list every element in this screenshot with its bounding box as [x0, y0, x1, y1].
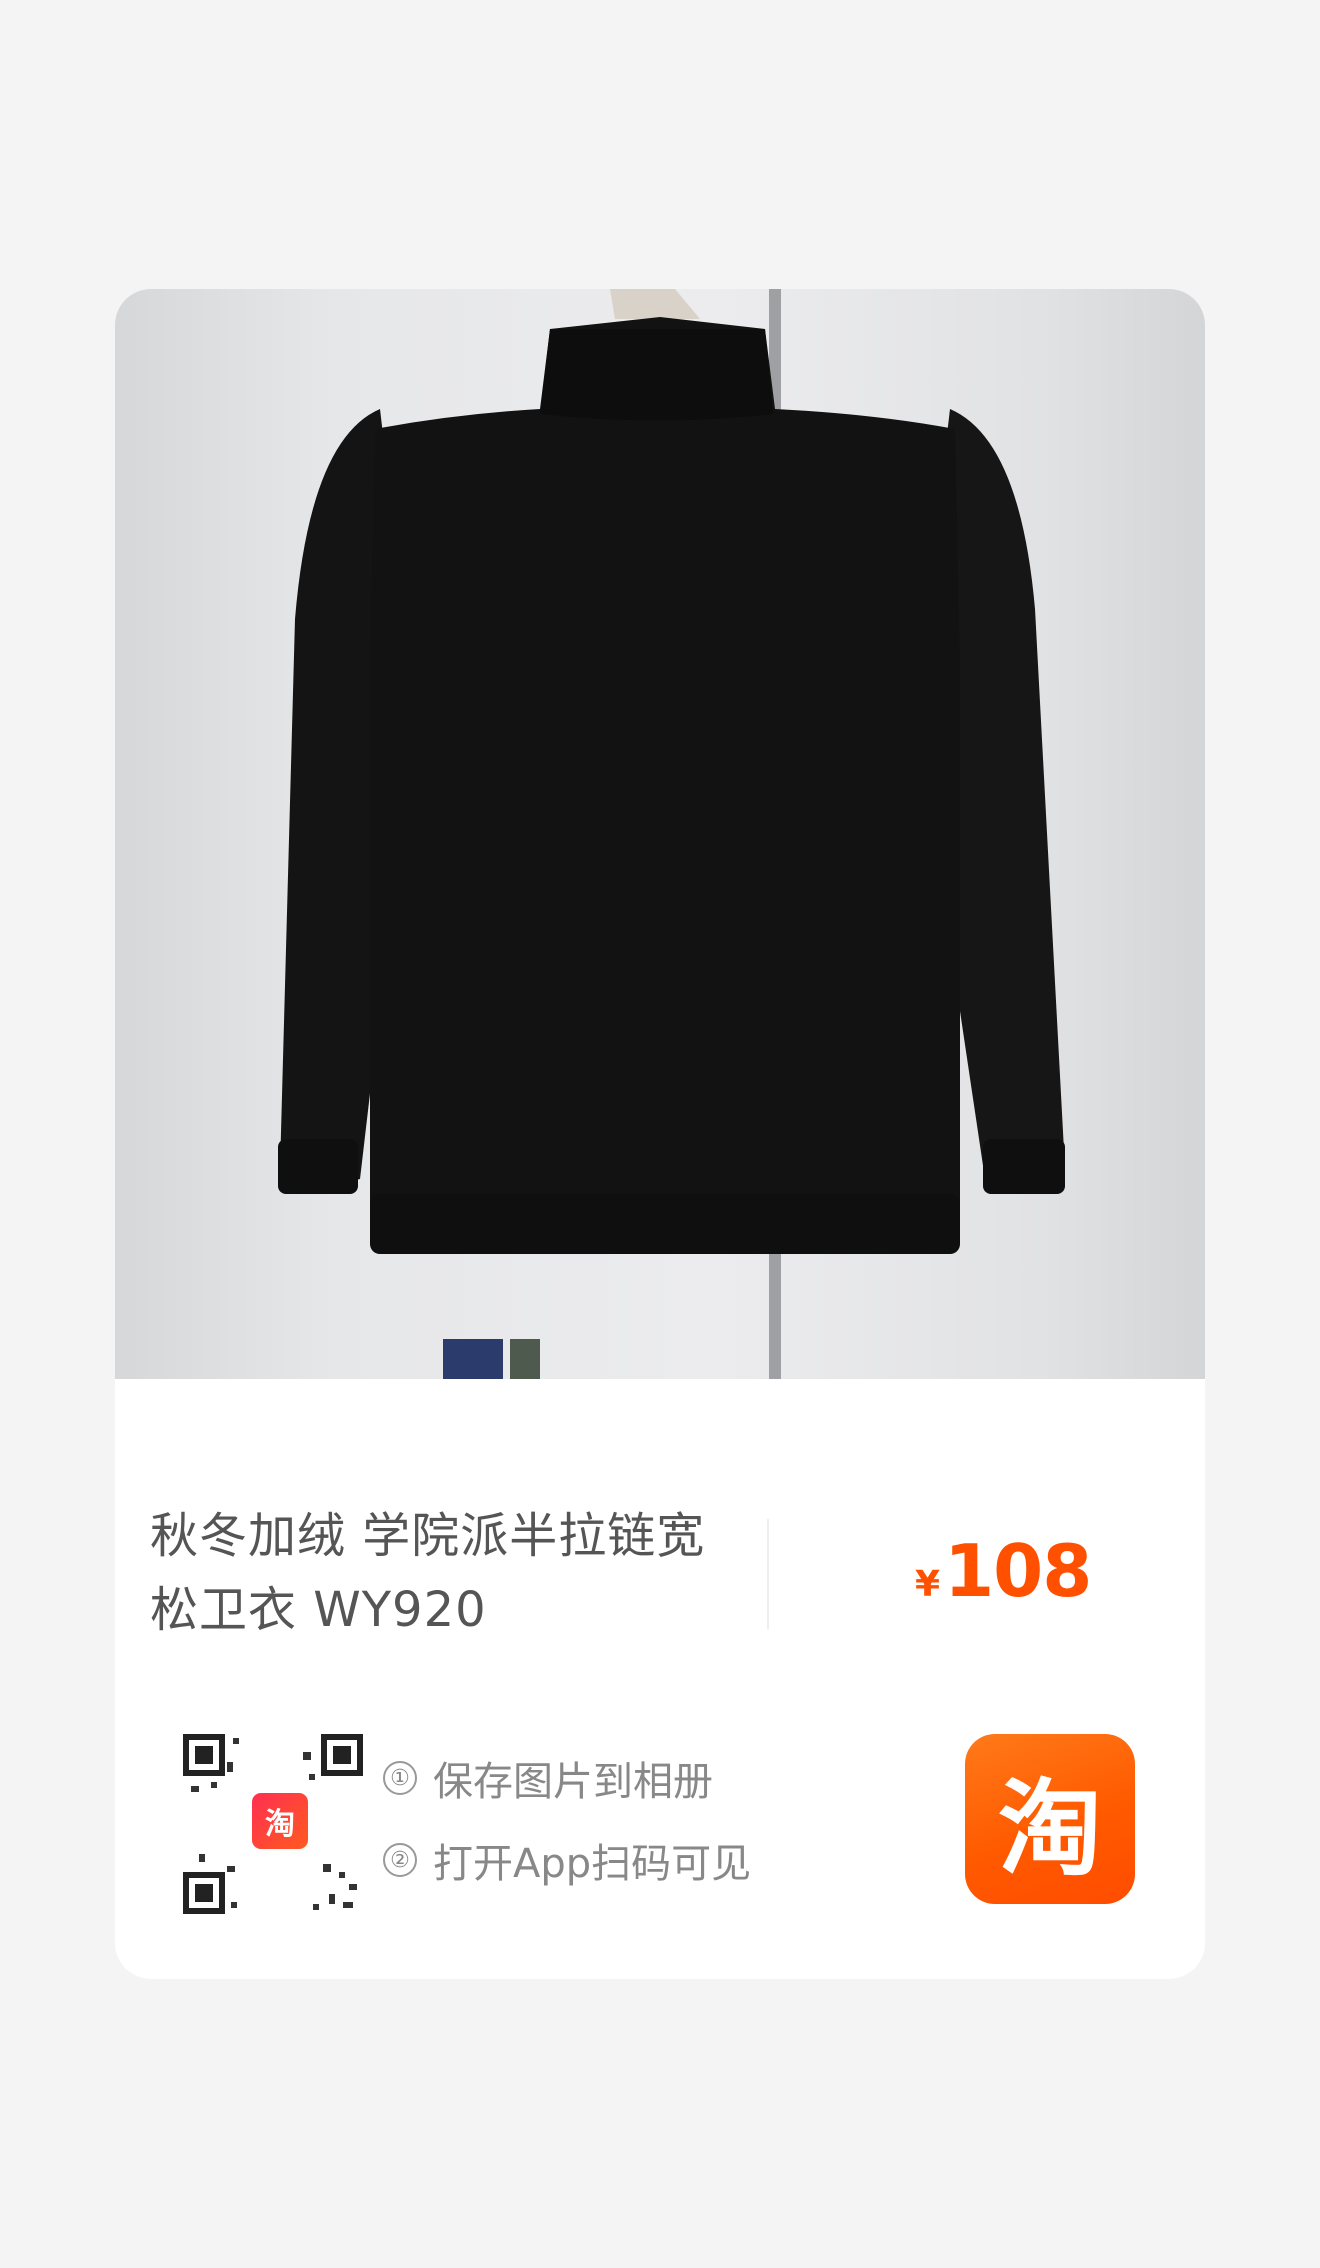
- product-title[interactable]: 秋冬加绒 学院派半拉链宽松卫衣 WY920: [150, 1499, 730, 1647]
- taobao-app-qr-logo-icon: 淘: [249, 1790, 311, 1852]
- label-tag: [510, 1339, 540, 1379]
- sweatshirt-body: [370, 317, 960, 1254]
- step-scan: ② 打开App扫码可见: [383, 1819, 751, 1901]
- step-1-marker: ①: [383, 1761, 417, 1795]
- left-cuff: [278, 1139, 358, 1194]
- qr-code[interactable]: 淘: [183, 1734, 363, 1914]
- hem-band: [370, 1194, 960, 1254]
- sweatshirt-illustration: [278, 289, 1065, 1379]
- price-currency: ¥: [915, 1564, 941, 1605]
- price-value: 108: [944, 1529, 1092, 1613]
- divider: [767, 1519, 769, 1629]
- product-image[interactable]: [115, 289, 1205, 1379]
- price-tag: [443, 1339, 503, 1379]
- share-instructions: ① 保存图片到相册 ② 打开App扫码可见: [383, 1737, 751, 1901]
- share-card: 秋冬加绒 学院派半拉链宽松卫衣 WY920 ¥ 108 淘 ① 保存图片到相册 …: [115, 289, 1205, 1979]
- step-2-text: 打开App扫码可见: [433, 1841, 752, 1887]
- step-2-marker: ②: [383, 1843, 417, 1877]
- right-cuff: [983, 1139, 1065, 1194]
- step-1-text: 保存图片到相册: [433, 1759, 713, 1805]
- taobao-logo-icon[interactable]: 淘: [965, 1734, 1135, 1904]
- step-save: ① 保存图片到相册: [383, 1737, 751, 1819]
- product-price: ¥ 108: [915, 1529, 1092, 1613]
- mannequin-neck: [610, 289, 700, 319]
- collar: [540, 329, 773, 421]
